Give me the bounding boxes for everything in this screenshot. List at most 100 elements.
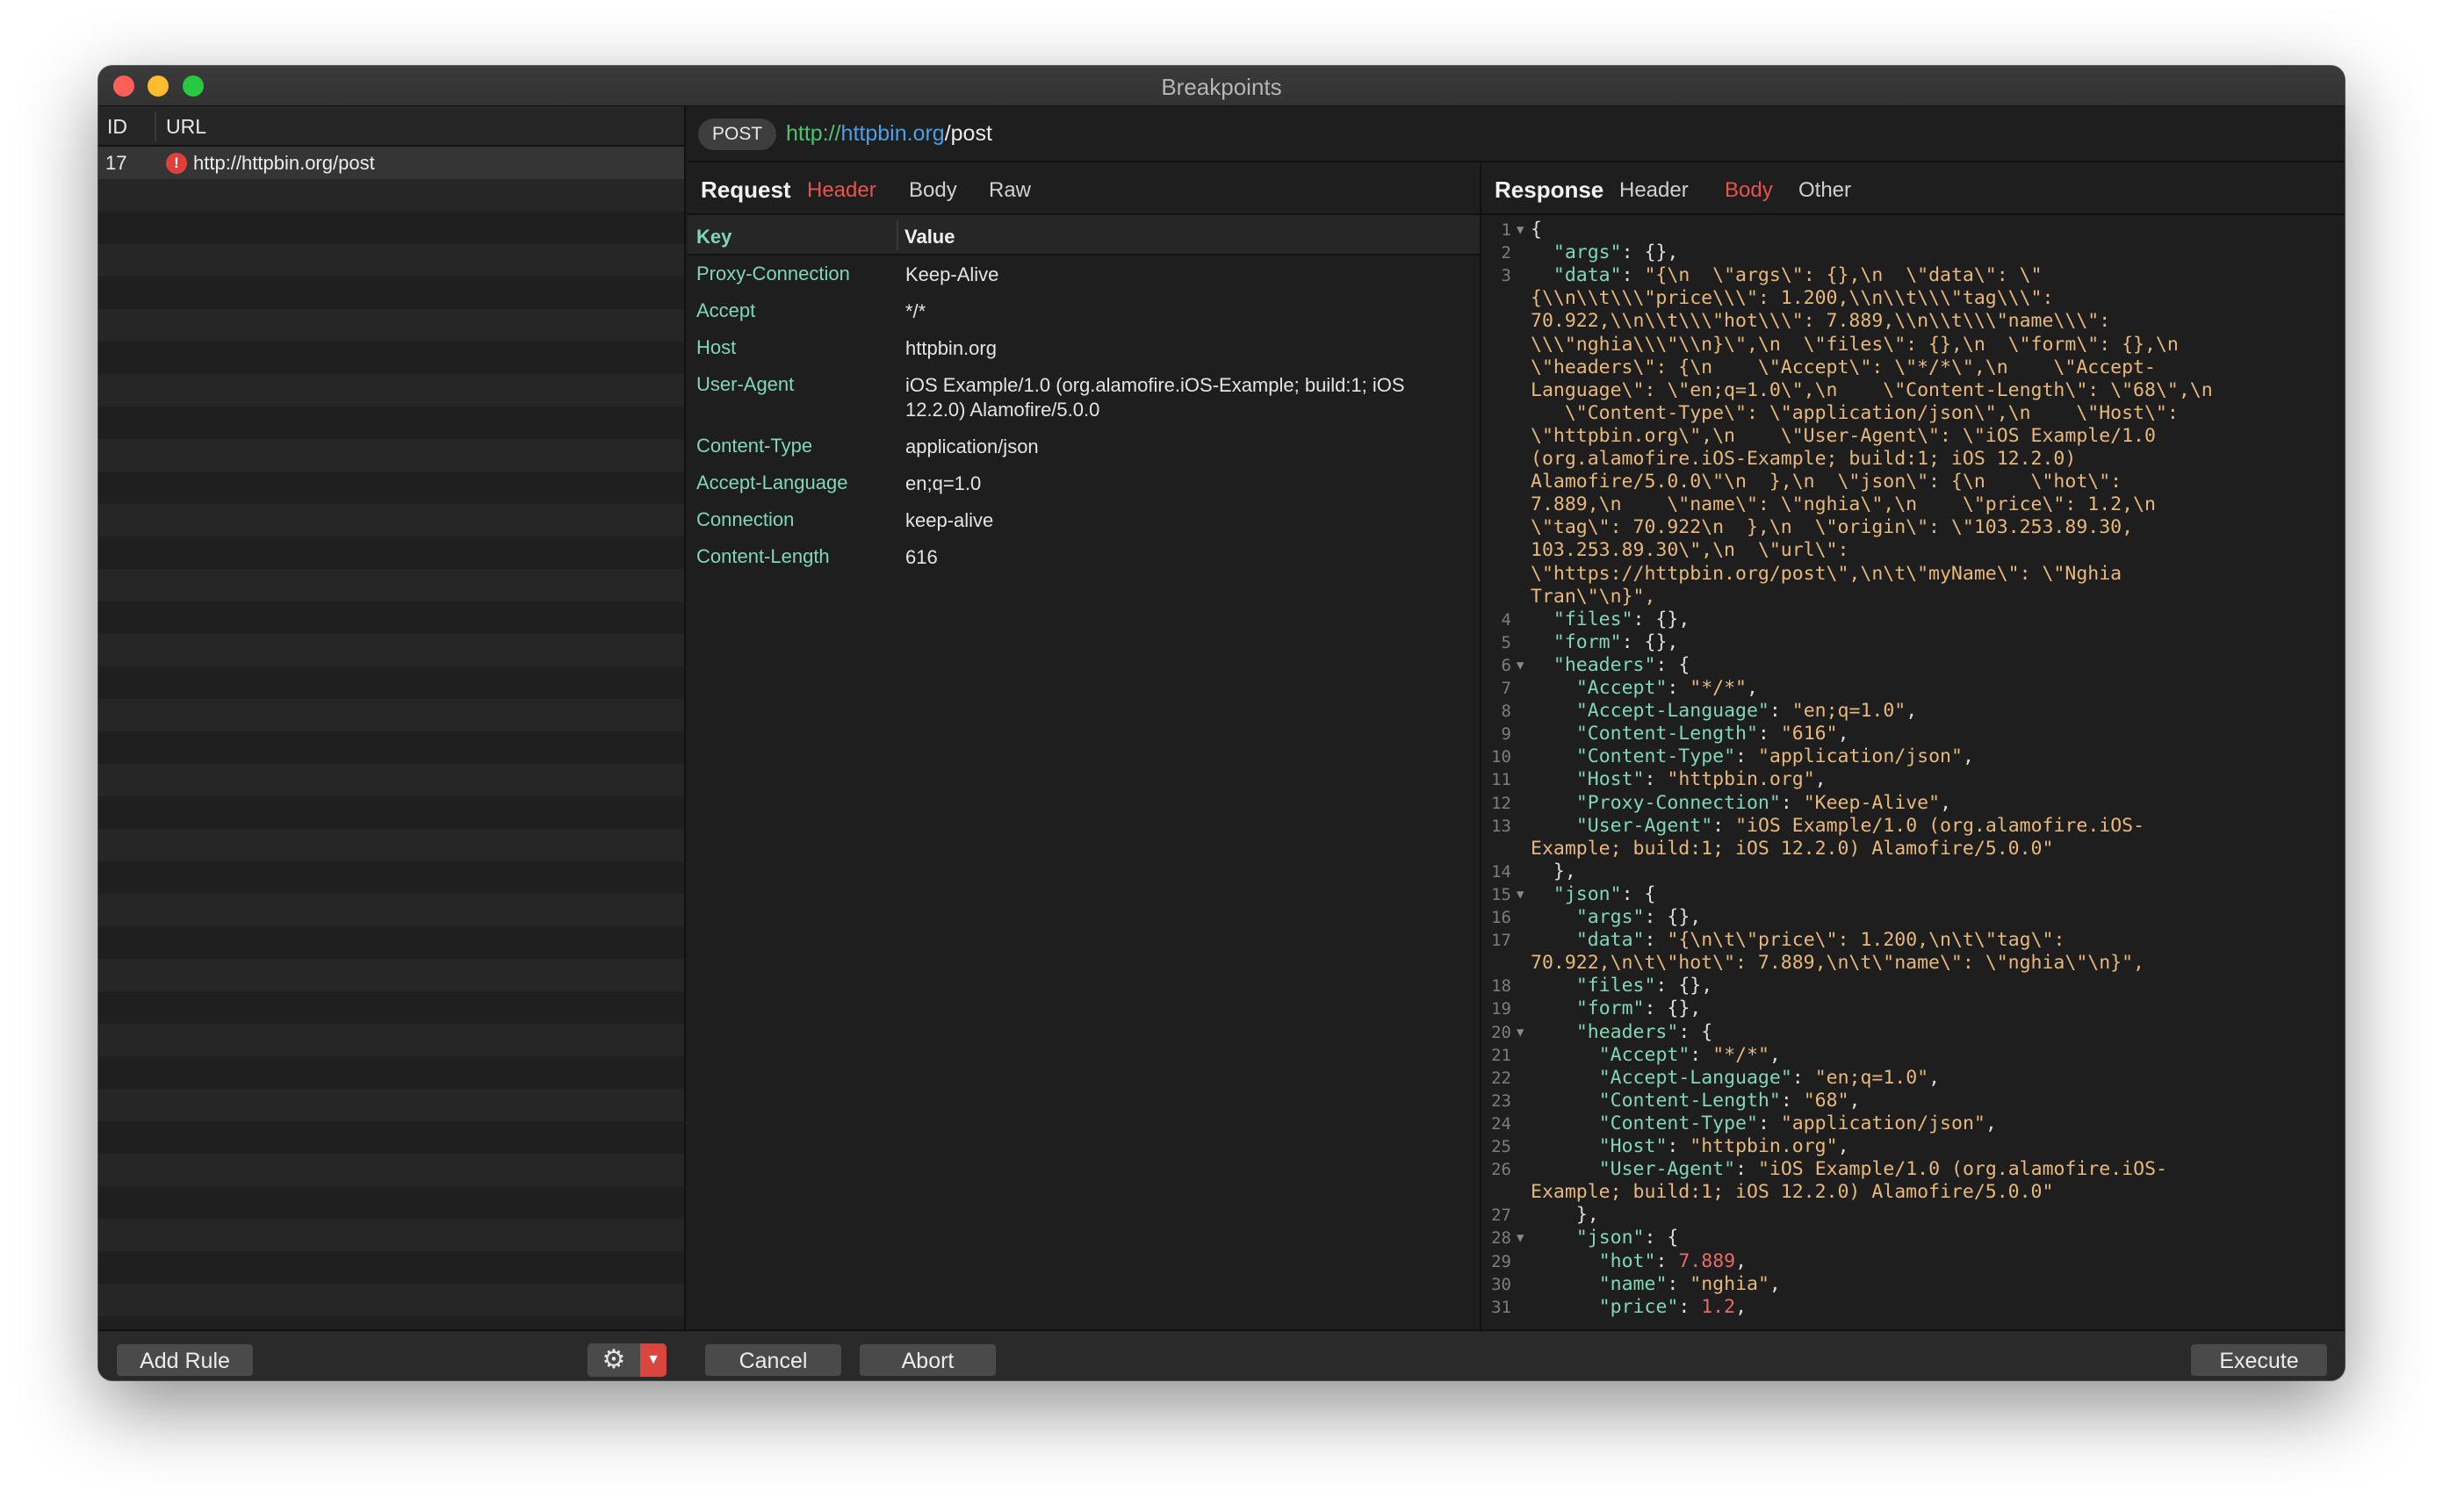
header-key: Accept-Language xyxy=(696,472,848,493)
response-body-editor[interactable]: 1 ▼ {2 "args": {}, 3 "data": "{\n \"args\":… xyxy=(1481,215,2345,1329)
line-number: 6 xyxy=(1501,655,1511,675)
bottom-toolbar: Add Rule ⚙ ▼ Cancel Abort Execute xyxy=(98,1329,2345,1380)
header-value: 616 xyxy=(905,546,938,568)
url-scheme: http:// xyxy=(786,121,841,146)
line-number: 1 xyxy=(1501,220,1511,240)
line-number: 16 xyxy=(1491,908,1511,927)
line-number: 31 xyxy=(1491,1297,1511,1317)
code-text: "Accept-Language": "en;q=1.0", xyxy=(1575,700,1918,723)
response-section-label: Response xyxy=(1495,176,1604,203)
fold-toggle-icon[interactable]: ▼ xyxy=(1517,883,1524,906)
code-text: "Content-Type": "application/json", xyxy=(1598,1112,1997,1134)
column-header-key[interactable]: Key xyxy=(696,226,731,248)
line-number: 27 xyxy=(1491,1206,1511,1226)
line-number: 20 xyxy=(1491,1022,1511,1042)
code-text: 7.889,\n \"name\": \"nghia\",\n \"price\… xyxy=(1531,493,2156,516)
chevron-down-icon[interactable]: ▼ xyxy=(640,1343,667,1377)
code-text: "Content-Length": "68", xyxy=(1598,1089,1861,1112)
request-url[interactable]: http://httpbin.org/post xyxy=(786,121,992,147)
line-number: 23 xyxy=(1491,1091,1511,1111)
code-text: "hot": 7.889, xyxy=(1598,1249,1748,1272)
line-number: 9 xyxy=(1501,724,1511,745)
column-header-value[interactable]: Value xyxy=(904,226,955,248)
line-number: 4 xyxy=(1501,609,1511,630)
line-number: 26 xyxy=(1491,1160,1511,1180)
code-text: \"httpbin.org\",\n \"User-Agent\": \"iOS… xyxy=(1531,424,2156,447)
line-number: 22 xyxy=(1491,1068,1511,1088)
fold-toggle-icon[interactable]: ▼ xyxy=(1517,1227,1524,1249)
code-text: Tran\"\n}", xyxy=(1531,585,1656,608)
line-number: 17 xyxy=(1491,931,1511,951)
code-text: "User-Agent": "iOS Example/1.0 (org.alam… xyxy=(1575,814,2145,837)
tab-request-header[interactable]: Header xyxy=(807,178,876,203)
code-text: 103.253.89.30\",\n \"url\": xyxy=(1531,539,1849,562)
column-header-url[interactable]: URL xyxy=(166,115,206,139)
code-text: "name": "nghia", xyxy=(1598,1272,1781,1295)
code-text: "headers": { xyxy=(1575,1020,1713,1043)
tab-response-other[interactable]: Other xyxy=(1798,178,1851,203)
line-number: 24 xyxy=(1491,1113,1511,1134)
code-text: "files": {}, xyxy=(1553,608,1690,630)
request-url-bar: POST http://httpbin.org/post xyxy=(688,106,2345,162)
rule-id: 17 xyxy=(105,152,127,174)
code-text: 70.922,\\n\\t\\\"hot\\\": 7.889,\\n\\t\\… xyxy=(1531,310,2111,333)
rule-row[interactable]: 17 ! http://httpbin.org/post xyxy=(98,147,684,179)
abort-button[interactable]: Abort xyxy=(859,1343,997,1377)
header-value: en;q=1.0 xyxy=(905,472,982,494)
cancel-button[interactable]: Cancel xyxy=(704,1343,842,1377)
code-text: "Host": "httpbin.org", xyxy=(1598,1135,1849,1157)
column-header-id[interactable]: ID xyxy=(107,115,127,139)
header-value: httpbin.org xyxy=(905,337,997,359)
header-value: Keep-Alive xyxy=(905,263,999,285)
rules-panel: ID URL 17 ! http://httpbin.org/post xyxy=(98,106,686,1329)
breakpoints-window: Breakpoints ID URL 17 ! http://httpbin.o… xyxy=(98,66,2345,1380)
line-number: 11 xyxy=(1491,770,1511,790)
code-text: "args": {}, xyxy=(1575,906,1702,928)
code-text: (org.alamofire.iOS-Example; build:1; iOS… xyxy=(1531,448,2077,470)
line-number: 30 xyxy=(1491,1274,1511,1294)
fold-toggle-icon[interactable]: ▼ xyxy=(1517,1021,1524,1044)
header-value: */* xyxy=(905,300,926,322)
line-number: 25 xyxy=(1491,1137,1511,1156)
add-rule-button[interactable]: Add Rule xyxy=(116,1343,254,1377)
execute-button[interactable]: Execute xyxy=(2190,1343,2328,1377)
code-text: "json": { xyxy=(1575,1227,1679,1249)
code-text: {\\n\\t\\\"price\\\": 1.200,\\n\\t\\\"ta… xyxy=(1531,287,2054,310)
rules-table-body: 17 ! http://httpbin.org/post xyxy=(98,147,684,1329)
gear-icon[interactable]: ⚙ xyxy=(587,1343,640,1377)
line-number: 13 xyxy=(1491,816,1511,836)
header-key: Proxy-Connection xyxy=(696,263,850,284)
code-text: "Host": "httpbin.org", xyxy=(1575,768,1827,791)
code-text: "Content-Length": "616", xyxy=(1575,723,1849,745)
url-path: /post xyxy=(944,121,992,146)
code-text: "Accept-Language": "en;q=1.0", xyxy=(1598,1066,1941,1089)
code-text: "data": "{\n\t\"price\": 1.200,\n\t\"tag… xyxy=(1575,929,2065,952)
tab-response-header[interactable]: Header xyxy=(1619,178,1689,203)
request-section-label: Request xyxy=(701,176,791,203)
alert-icon: ! xyxy=(166,153,187,174)
code-text: "Accept": "*/*", xyxy=(1575,677,1758,699)
code-text: "json": { xyxy=(1553,882,1656,905)
tab-request-raw[interactable]: Raw xyxy=(989,178,1031,203)
fold-toggle-icon[interactable]: ▼ xyxy=(1517,654,1524,677)
code-text: }, xyxy=(1553,860,1576,882)
header-key: Content-Type xyxy=(696,435,813,457)
code-text: Example; build:1; iOS 12.2.0) Alamofire/… xyxy=(1531,837,2054,860)
tab-response-body[interactable]: Body xyxy=(1725,178,1773,203)
header-key: Content-Length xyxy=(696,545,830,567)
fold-toggle-icon[interactable]: ▼ xyxy=(1517,219,1524,241)
code-text: "form": {}, xyxy=(1553,630,1679,653)
rule-url: http://httpbin.org/post xyxy=(193,152,375,174)
line-number: 12 xyxy=(1491,793,1511,813)
http-method-badge: POST xyxy=(698,119,777,150)
title-bar: Breakpoints xyxy=(98,66,2345,106)
line-number: 5 xyxy=(1501,632,1511,652)
code-text: "User-Agent": "iOS Example/1.0 (org.alam… xyxy=(1598,1158,2167,1181)
code-text: { xyxy=(1531,219,1542,241)
headers-table-header: Key Value xyxy=(688,215,1481,256)
header-key: Host xyxy=(696,336,737,358)
column-divider xyxy=(897,220,898,250)
tab-request-body[interactable]: Body xyxy=(909,178,957,203)
header-key: Accept xyxy=(696,299,756,321)
line-number: 29 xyxy=(1491,1251,1511,1271)
